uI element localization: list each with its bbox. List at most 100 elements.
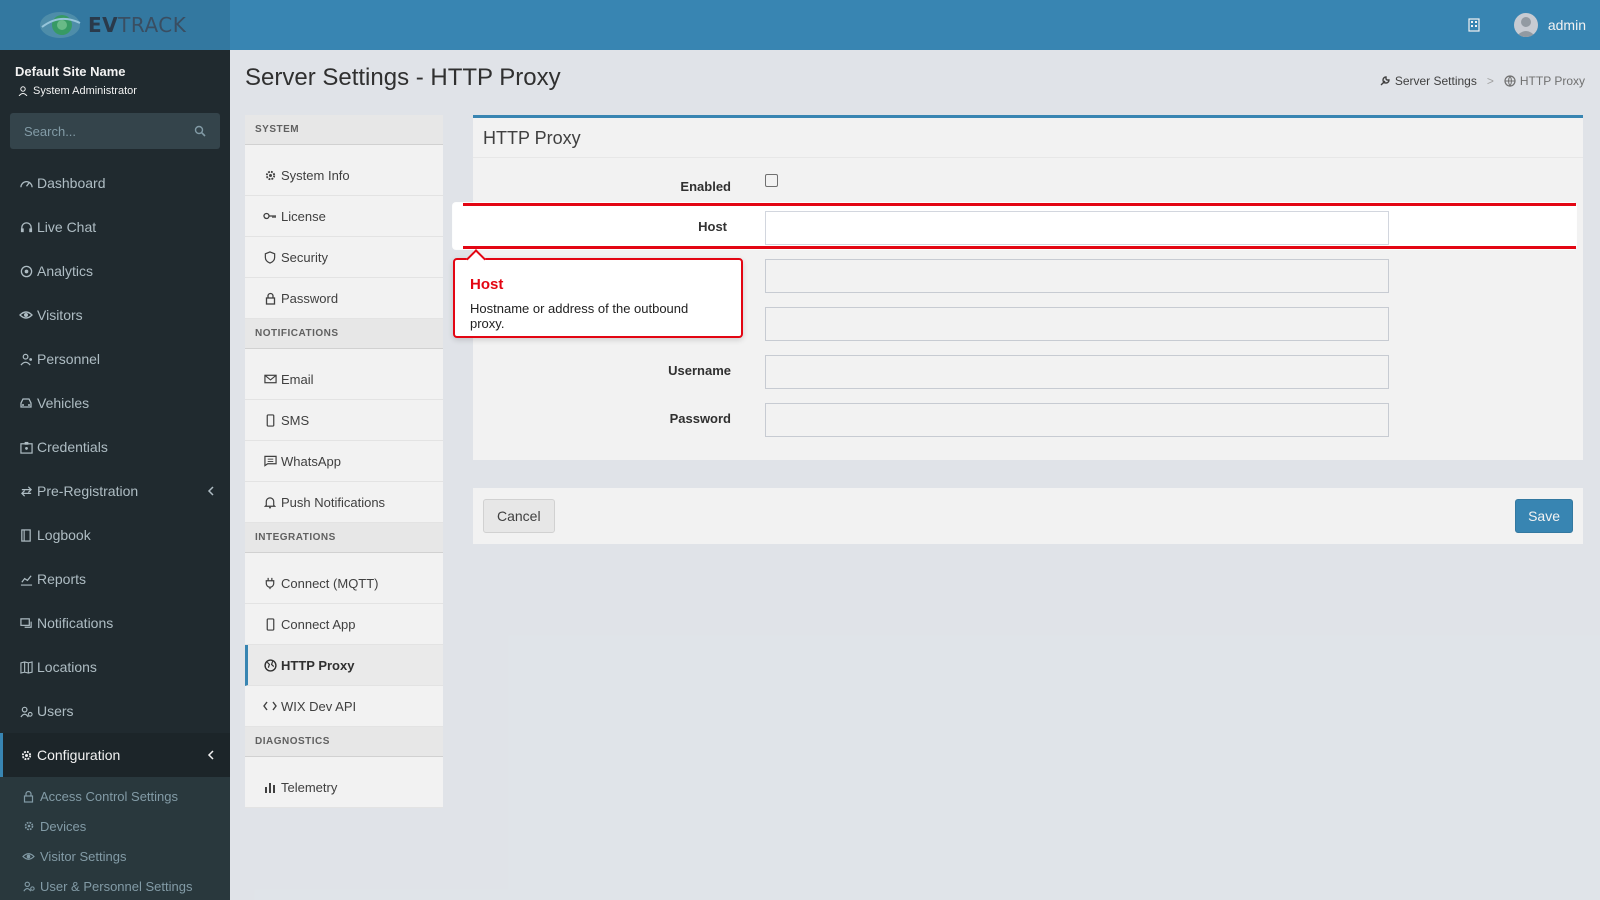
password-row: Password — [473, 403, 1583, 437]
breadcrumb-separator: > — [1486, 74, 1494, 88]
book-icon — [19, 528, 33, 542]
sidebar-item-dashboard[interactable]: Dashboard — [0, 161, 230, 205]
envelope-icon — [263, 372, 277, 386]
menu-item-security[interactable]: Security — [245, 237, 443, 278]
menu-item-http-proxy[interactable]: HTTP Proxy — [245, 645, 443, 686]
username-input[interactable] — [765, 355, 1389, 389]
username[interactable]: admin — [1548, 17, 1586, 33]
sidebar: Default Site Name System Administrator D… — [0, 50, 230, 900]
site-info: Default Site Name System Administrator — [0, 50, 230, 105]
site-name: Default Site Name — [15, 64, 126, 79]
menu-header-system: SYSTEM — [245, 115, 443, 145]
personnel-icon — [19, 352, 33, 366]
menu-item-whatsapp[interactable]: WhatsApp — [245, 441, 443, 482]
eye-icon — [22, 850, 35, 863]
gear-icon — [263, 168, 277, 182]
menu-item-telemetry[interactable]: Telemetry — [245, 767, 443, 808]
chevron-left-icon — [206, 484, 216, 498]
users-icon — [22, 880, 35, 893]
host-field-highlight: Host — [453, 203, 1576, 249]
sidebar-item-locations[interactable]: Locations — [0, 645, 230, 689]
bar-chart-icon — [263, 780, 277, 794]
menu-item-push-notifications[interactable]: Push Notifications — [245, 482, 443, 523]
enabled-label: Enabled — [680, 179, 731, 194]
sidebar-item-credentials[interactable]: Credentials — [0, 425, 230, 469]
sidebar-item-live-chat[interactable]: Live Chat — [0, 205, 230, 249]
menu-header-notifications: NOTIFICATIONS — [245, 319, 443, 349]
sidebar-search — [10, 113, 220, 149]
sidebar-item-configuration[interactable]: Configuration — [0, 733, 230, 777]
main-content: Server Settings - HTTP Proxy Server Sett… — [230, 50, 1600, 900]
settings-menu: SYSTEM System Info License Security Pass… — [245, 115, 443, 808]
sidebar-subitem-visitor-settings[interactable]: Visitor Settings — [0, 841, 230, 871]
car-icon — [19, 396, 33, 410]
cancel-button[interactable]: Cancel — [483, 499, 555, 533]
user-area: admin — [1468, 0, 1586, 50]
menu-item-connect-app[interactable]: Connect App — [245, 604, 443, 645]
mobile-icon — [263, 413, 277, 427]
sidebar-subitem-access-control[interactable]: Access Control Settings — [0, 781, 230, 811]
sidebar-item-vehicles[interactable]: Vehicles — [0, 381, 230, 425]
logo-text: EVTRACK — [88, 13, 187, 37]
sidebar-item-notifications[interactable]: Notifications — [0, 601, 230, 645]
menu-item-connect-mqtt[interactable]: Connect (MQTT) — [245, 563, 443, 604]
user-icon — [18, 86, 28, 96]
sidebar-subitem-user-personnel-settings[interactable]: User & Personnel Settings — [0, 871, 230, 900]
field-input-3[interactable] — [765, 307, 1389, 341]
menu-header-integrations: INTEGRATIONS — [245, 523, 443, 553]
enabled-checkbox[interactable] — [765, 174, 778, 187]
top-header: EVTRACK admin — [0, 0, 1600, 50]
highlight-frame: Host — [463, 203, 1576, 249]
sidebar-item-users[interactable]: Users — [0, 689, 230, 733]
port-input[interactable] — [765, 259, 1389, 293]
breadcrumb-http-proxy: HTTP Proxy — [1519, 74, 1585, 88]
host-input[interactable] — [765, 211, 1389, 245]
message-icon — [263, 454, 277, 468]
password-input[interactable] — [765, 403, 1389, 437]
enabled-row: Enabled — [473, 171, 1583, 205]
analytics-icon — [19, 264, 33, 278]
menu-item-email[interactable]: Email — [245, 359, 443, 400]
menu-header-diagnostics: DIAGNOSTICS — [245, 727, 443, 757]
tooltip-title: Host — [470, 276, 504, 293]
sidebar-item-reports[interactable]: Reports — [0, 557, 230, 601]
dashboard-icon — [19, 176, 33, 190]
configuration-submenu: Access Control Settings Devices Visitor … — [0, 777, 230, 900]
form-title: HTTP Proxy — [473, 118, 1583, 158]
menu-item-license[interactable]: License — [245, 196, 443, 237]
logo[interactable]: EVTRACK — [0, 0, 230, 50]
breadcrumb: Server Settings > HTTP Proxy — [1379, 74, 1585, 88]
menu-item-sms[interactable]: SMS — [245, 400, 443, 441]
breadcrumb-server-settings[interactable]: Server Settings — [1395, 74, 1477, 88]
gear-icon — [22, 820, 35, 833]
sidebar-item-pre-registration[interactable]: Pre-Registration — [0, 469, 230, 513]
host-label: Host — [698, 219, 727, 234]
arrows-icon — [19, 484, 33, 498]
search-input[interactable] — [24, 123, 174, 139]
search-icon[interactable] — [194, 125, 206, 137]
user-role-text: System Administrator — [33, 85, 137, 97]
save-button[interactable]: Save — [1515, 499, 1573, 533]
menu-item-system-info[interactable]: System Info — [245, 155, 443, 196]
building-icon[interactable] — [1468, 18, 1480, 32]
plug-icon — [263, 576, 277, 590]
sidebar-item-personnel[interactable]: Personnel — [0, 337, 230, 381]
code-icon — [263, 699, 277, 713]
chat-icon — [19, 616, 33, 630]
sidebar-subitem-devices[interactable]: Devices — [0, 811, 230, 841]
lock-icon — [22, 790, 35, 803]
avatar[interactable] — [1513, 13, 1538, 37]
tooltip-body: Hostname or address of the outbound prox… — [470, 301, 689, 331]
sidebar-item-analytics[interactable]: Analytics — [0, 249, 230, 293]
map-icon — [19, 660, 33, 674]
key-icon — [263, 209, 277, 223]
lock-icon — [263, 291, 277, 305]
user-role: System Administrator — [15, 85, 215, 97]
menu-item-wix-dev-api[interactable]: WIX Dev API — [245, 686, 443, 727]
sidebar-item-visitors[interactable]: Visitors — [0, 293, 230, 337]
username-row: Username — [473, 355, 1583, 389]
mobile-icon — [263, 617, 277, 631]
sidebar-item-logbook[interactable]: Logbook — [0, 513, 230, 557]
menu-item-password[interactable]: Password — [245, 278, 443, 319]
shield-icon — [263, 250, 277, 264]
